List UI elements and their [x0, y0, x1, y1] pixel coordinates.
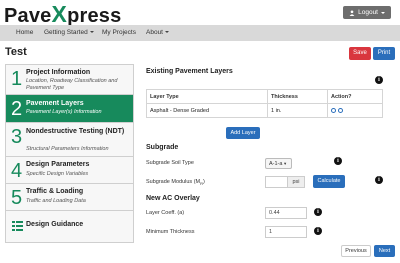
step-title: Traffic & Loading [26, 188, 84, 195]
subgrade-modulus-input[interactable] [265, 176, 288, 188]
main-nav: Home Getting Started My Projects About [0, 25, 400, 41]
action-cell [327, 103, 383, 118]
min-thickness-input[interactable]: 1 [265, 226, 307, 238]
print-button[interactable]: Print [373, 47, 395, 60]
chevron-down-icon [89, 31, 94, 34]
page-title: Test [5, 46, 27, 58]
chevron-updown-icon: ▾ [283, 161, 287, 166]
info-icon[interactable]: i [334, 157, 342, 165]
min-thickness-label: Minimum Thickness [146, 229, 195, 235]
user-icon [349, 9, 355, 16]
info-icon[interactable]: i [375, 76, 383, 84]
table-header-row: Layer Type Thickness Action? [146, 89, 383, 104]
step-title: Nondestructive Testing (NDT) [26, 128, 125, 135]
nav-item-about[interactable]: About [146, 25, 169, 41]
save-button[interactable]: Save [349, 47, 371, 60]
nav-label: About [146, 29, 163, 36]
layer-type-cell: Asphalt - Dense Graded [146, 103, 268, 118]
info-icon[interactable]: i [375, 176, 383, 184]
step-number: 1 [11, 68, 23, 90]
step-number: 3 [11, 126, 23, 148]
modulus-label-text: Subgrade Modulus (M [146, 179, 201, 185]
step-number: 2 [11, 98, 23, 120]
edit-icon[interactable] [331, 107, 336, 113]
step-traffic-loading[interactable]: 5 Traffic & Loading Traffic and Loading … [6, 184, 133, 211]
modulus-unit: psi [288, 176, 305, 188]
nav-label: Home [16, 29, 34, 36]
column-header: Action? [327, 89, 383, 104]
design-guidance-label: Design Guidance [26, 221, 84, 228]
soil-type-select[interactable]: A-1-a ▾ [265, 158, 292, 169]
delete-icon[interactable] [338, 107, 343, 113]
app-logo[interactable]: PaveXpress [4, 1, 121, 28]
step-number: 5 [11, 187, 23, 209]
layers-table: Layer Type Thickness Action? Asphalt - D… [146, 89, 383, 118]
step-subtitle: Specific Design Variables [26, 171, 89, 177]
brand-bar: PaveXpress Logout [0, 0, 400, 28]
column-header: Layer Type [146, 89, 268, 104]
step-sidebar: 1 Project Information Location, Roadway … [5, 64, 134, 243]
step-number: 4 [11, 160, 23, 182]
nav-label: Getting Started [44, 29, 88, 36]
soil-type-label: Subgrade Soil Type [146, 160, 194, 166]
chevron-down-icon [381, 11, 385, 14]
calculate-button[interactable]: Calculate [313, 175, 345, 188]
chevron-down-icon [165, 31, 169, 34]
layer-coeff-label: Layer Coeff. (a) [146, 210, 185, 216]
modulus-label-close: ) [203, 179, 205, 185]
step-subtitle: Location, Roadway Classification and Pav… [26, 78, 118, 91]
step-project-information[interactable]: 1 Project Information Location, Roadway … [6, 65, 133, 95]
step-subtitle: Traffic and Loading Data [26, 198, 86, 204]
add-layer-button[interactable]: Add Layer [226, 127, 260, 139]
next-button[interactable]: Next [374, 245, 395, 257]
thickness-cell: 1 in. [267, 103, 328, 118]
step-title: Pavement Layers [26, 100, 84, 107]
previous-button[interactable]: Previous [341, 245, 371, 257]
modulus-label: Subgrade Modulus (MR) [146, 179, 205, 186]
list-icon [12, 221, 23, 231]
info-icon[interactable]: i [314, 227, 322, 235]
info-icon[interactable]: i [314, 208, 322, 216]
design-guidance-link[interactable]: Design Guidance [6, 211, 133, 242]
logo-text-x: X [51, 1, 68, 27]
logo-text-pave: Pave [4, 5, 52, 27]
soil-type-value: A-1-a [269, 161, 283, 167]
step-design-parameters[interactable]: 4 Design Parameters Specific Design Vari… [6, 157, 133, 184]
step-title: Project Information [26, 69, 91, 76]
section-heading-overlay: New AC Overlay [146, 195, 200, 202]
logout-label: Logout [358, 9, 378, 16]
logout-button[interactable]: Logout [343, 6, 391, 19]
step-nondestructive-testing[interactable]: 3 Nondestructive Testing (NDT) Structura… [6, 123, 133, 157]
step-pavement-layers[interactable]: 2 Pavement Layers Pavement Layer(s) Info… [6, 95, 133, 123]
section-heading-subgrade: Subgrade [146, 144, 179, 151]
section-heading-layers: Existing Pavement Layers [146, 68, 233, 75]
nav-item-home[interactable]: Home [16, 25, 33, 41]
step-title: Design Parameters [26, 161, 90, 168]
step-subtitle: Pavement Layer(s) Information [26, 109, 102, 115]
column-header: Thickness [267, 89, 328, 104]
logo-text-press: press [67, 5, 122, 27]
table-row: Asphalt - Dense Graded 1 in. [146, 103, 383, 118]
nav-label: My Projects [102, 29, 136, 36]
nav-item-getting-started[interactable]: Getting Started [44, 25, 94, 41]
layer-coeff-input[interactable]: 0.44 [265, 207, 307, 219]
step-subtitle: Structural Parameters Information [26, 146, 109, 152]
nav-item-my-projects[interactable]: My Projects [102, 25, 136, 41]
